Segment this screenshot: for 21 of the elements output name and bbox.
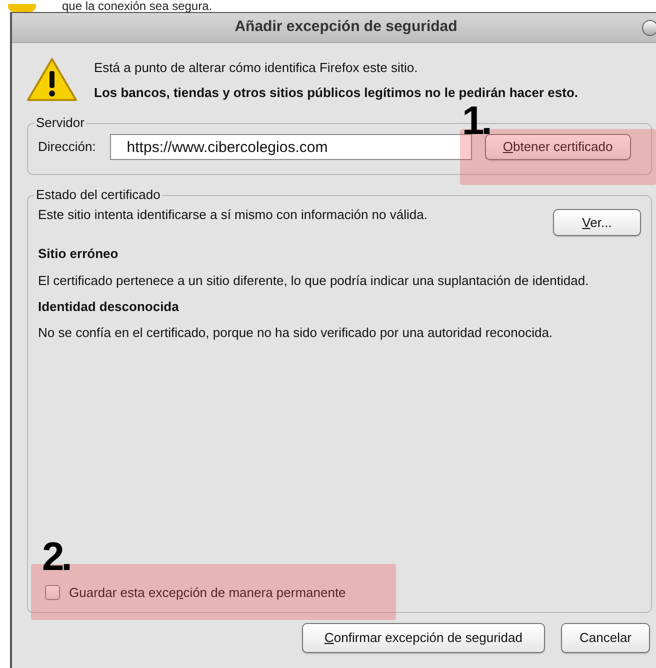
view-button[interactable]: Ver...: [553, 209, 641, 236]
window-title: Añadir excepción de seguridad: [234, 17, 458, 38]
warning-icon: [26, 57, 78, 103]
warning-text-bold: Los bancos, tiendas y otros sitios públicos legítimos no le pedirán hacer esto.: [94, 84, 578, 102]
warning-icon-fragment: [8, 4, 36, 12]
section-text: No se confía en el certificado, porque no ha sido verificado por una autoridad reconocida.: [38, 324, 554, 341]
section-heading: Identidad desconocida: [38, 298, 180, 316]
section-heading: Sitio erróneo: [38, 245, 120, 263]
address-label: Dirección:: [38, 138, 96, 156]
permanent-checkbox[interactable]: [45, 584, 60, 600]
permanent-checkbox-label[interactable]: Guardar esta excepción de manera permanente: [69, 582, 346, 602]
warning-text: Está a punto de alterar cómo identifica Firefox este sitio.: [94, 58, 419, 77]
get-certificate-button[interactable]: Obtener certificado: [484, 134, 631, 160]
section-text: El certificado pertenece a un sitio diferente, lo que podría indicar una suplantación de identidad.: [38, 272, 590, 288]
address-field[interactable]: https://www.cibercolegios.com: [110, 134, 472, 160]
cancel-button[interactable]: Cancelar: [561, 623, 650, 653]
window-control-icon[interactable]: [642, 20, 656, 36]
background-text: que la conexión sea segura.: [62, 0, 212, 12]
annotation-number: 2.: [42, 536, 70, 578]
confirm-button[interactable]: Confirmar excepción de seguridad: [302, 623, 545, 653]
status-summary: Este sitio intenta identificarse a sí mismo con información no válida.: [38, 206, 428, 224]
